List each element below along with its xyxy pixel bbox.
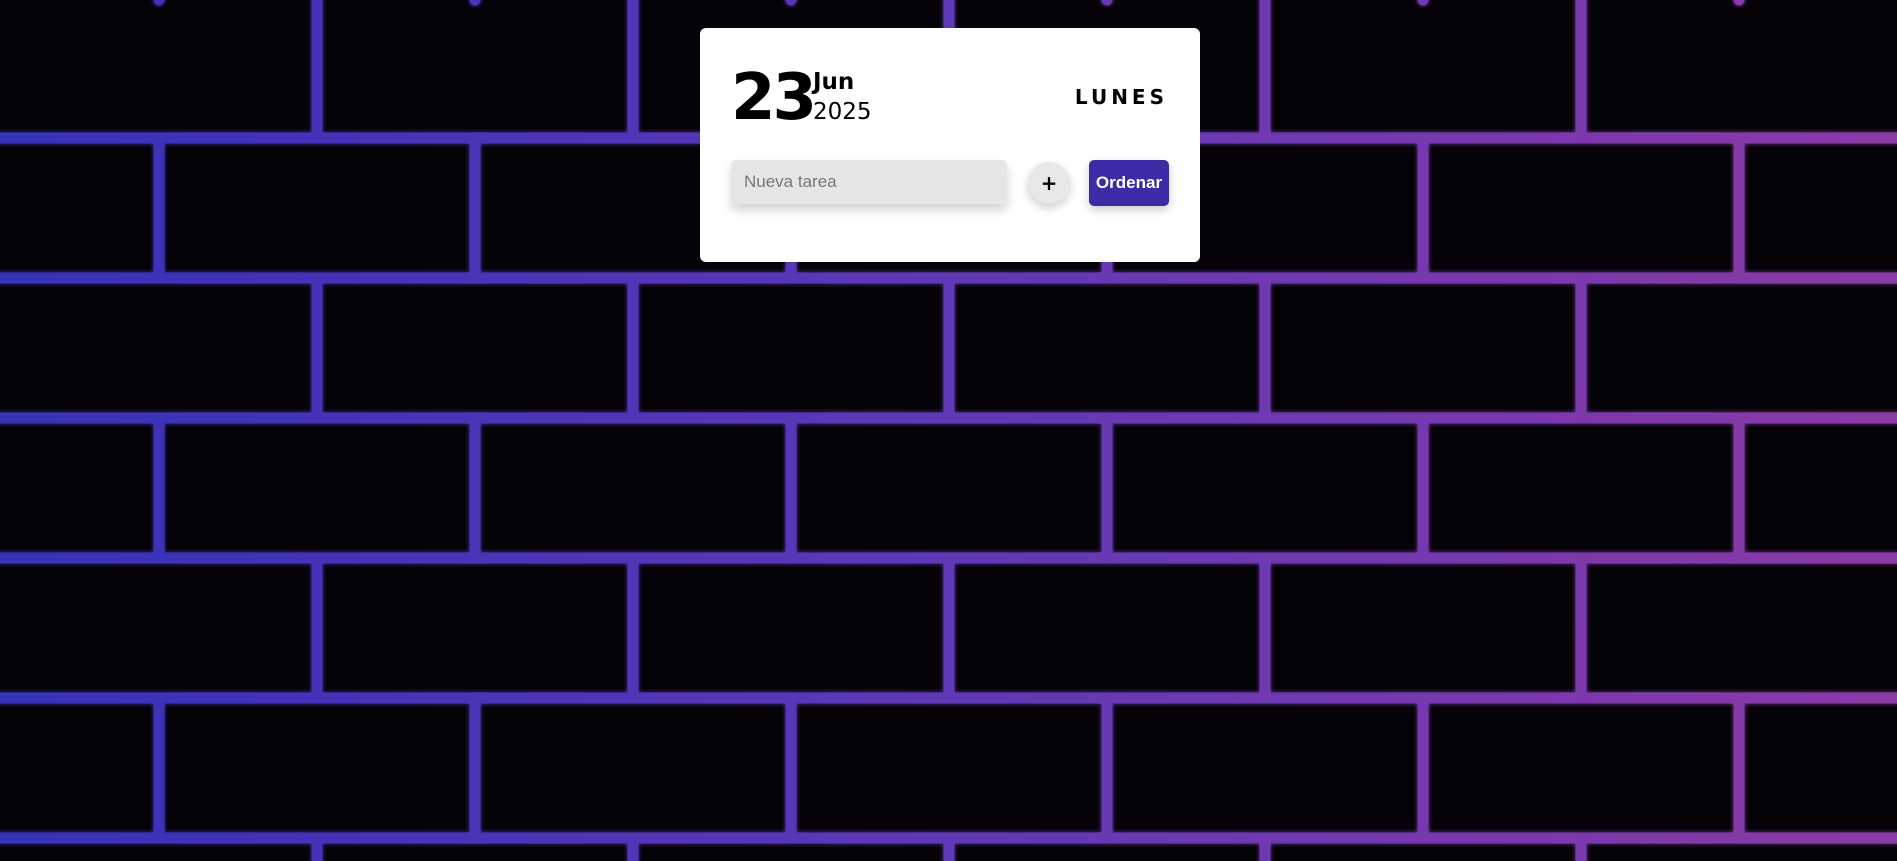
date-year: 2025 [813, 99, 872, 125]
date-task-card: 23 Jun 2025 LUNES + Ordenar [700, 28, 1200, 262]
date-month: Jun [813, 69, 855, 95]
new-task-input[interactable] [731, 160, 1007, 204]
sort-button[interactable]: Ordenar [1089, 160, 1169, 206]
weekday-label: LUNES [1074, 85, 1168, 109]
add-task-button[interactable]: + [1028, 162, 1070, 204]
date-day: 23 [731, 61, 817, 135]
